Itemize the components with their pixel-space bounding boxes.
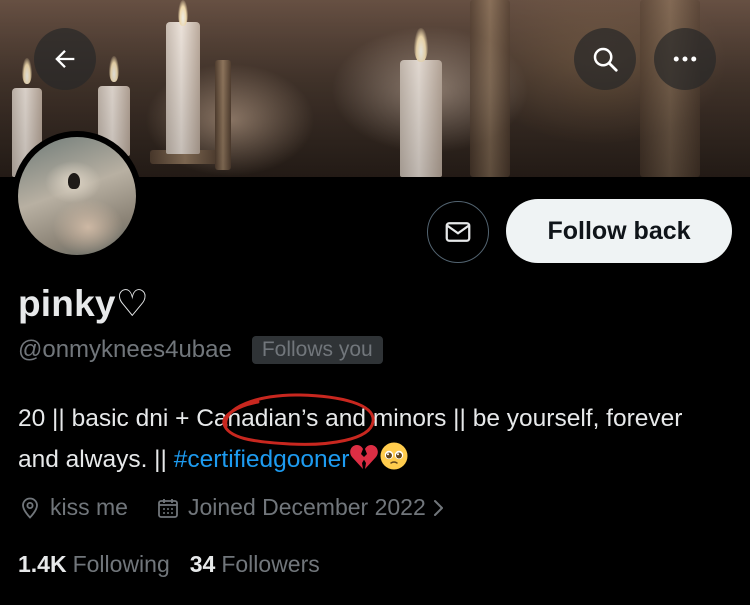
calendar-icon xyxy=(158,498,178,518)
bio-text: 20 || basic dni + xyxy=(18,405,197,432)
followers-count: 34 xyxy=(189,551,216,577)
avatar-image xyxy=(18,137,136,255)
bio-highlight: Canadian’s xyxy=(196,405,319,432)
hashtag-link[interactable]: #certifiedgooner xyxy=(174,446,350,473)
joined-date[interactable]: Joined December 2022 xyxy=(156,494,446,521)
envelope-icon xyxy=(445,222,471,242)
following-link[interactable]: 1.4K Following xyxy=(18,551,170,578)
handle: @onmyknees4ubae xyxy=(18,336,232,363)
followers-label: Followers xyxy=(221,551,320,577)
search-button[interactable] xyxy=(574,28,636,90)
avatar[interactable] xyxy=(12,131,142,261)
message-button[interactable] xyxy=(427,201,489,263)
bio: 20 || basic dni + Canadian’s and minors … xyxy=(18,398,718,480)
search-icon xyxy=(593,47,618,72)
follow-back-button[interactable]: Follow back xyxy=(506,199,732,263)
arrow-left-icon xyxy=(55,50,75,68)
following-label: Following xyxy=(72,551,170,577)
back-button[interactable] xyxy=(34,28,96,90)
more-button[interactable] xyxy=(654,28,716,90)
follows-you-badge: Follows you xyxy=(251,336,383,364)
location-pin-icon xyxy=(22,497,38,519)
more-horizontal-icon xyxy=(673,56,697,62)
profile-stats: 1.4K Following 34 Followers xyxy=(18,551,320,578)
location-text: kiss me xyxy=(50,494,128,520)
chevron-right-icon xyxy=(433,499,443,516)
joined-text: Joined December 2022 xyxy=(187,494,426,520)
handle-row: @onmyknees4ubae Follows you xyxy=(18,336,383,364)
profile-meta: kiss me Joined December 2022 xyxy=(18,494,446,521)
broken-heart-icon xyxy=(350,445,379,469)
pleading-face-icon xyxy=(380,442,408,470)
following-count: 1.4K xyxy=(18,551,67,577)
display-name: pinky♡ xyxy=(18,283,150,324)
followers-link[interactable]: 34 Followers xyxy=(190,551,320,578)
location: kiss me xyxy=(18,494,128,521)
